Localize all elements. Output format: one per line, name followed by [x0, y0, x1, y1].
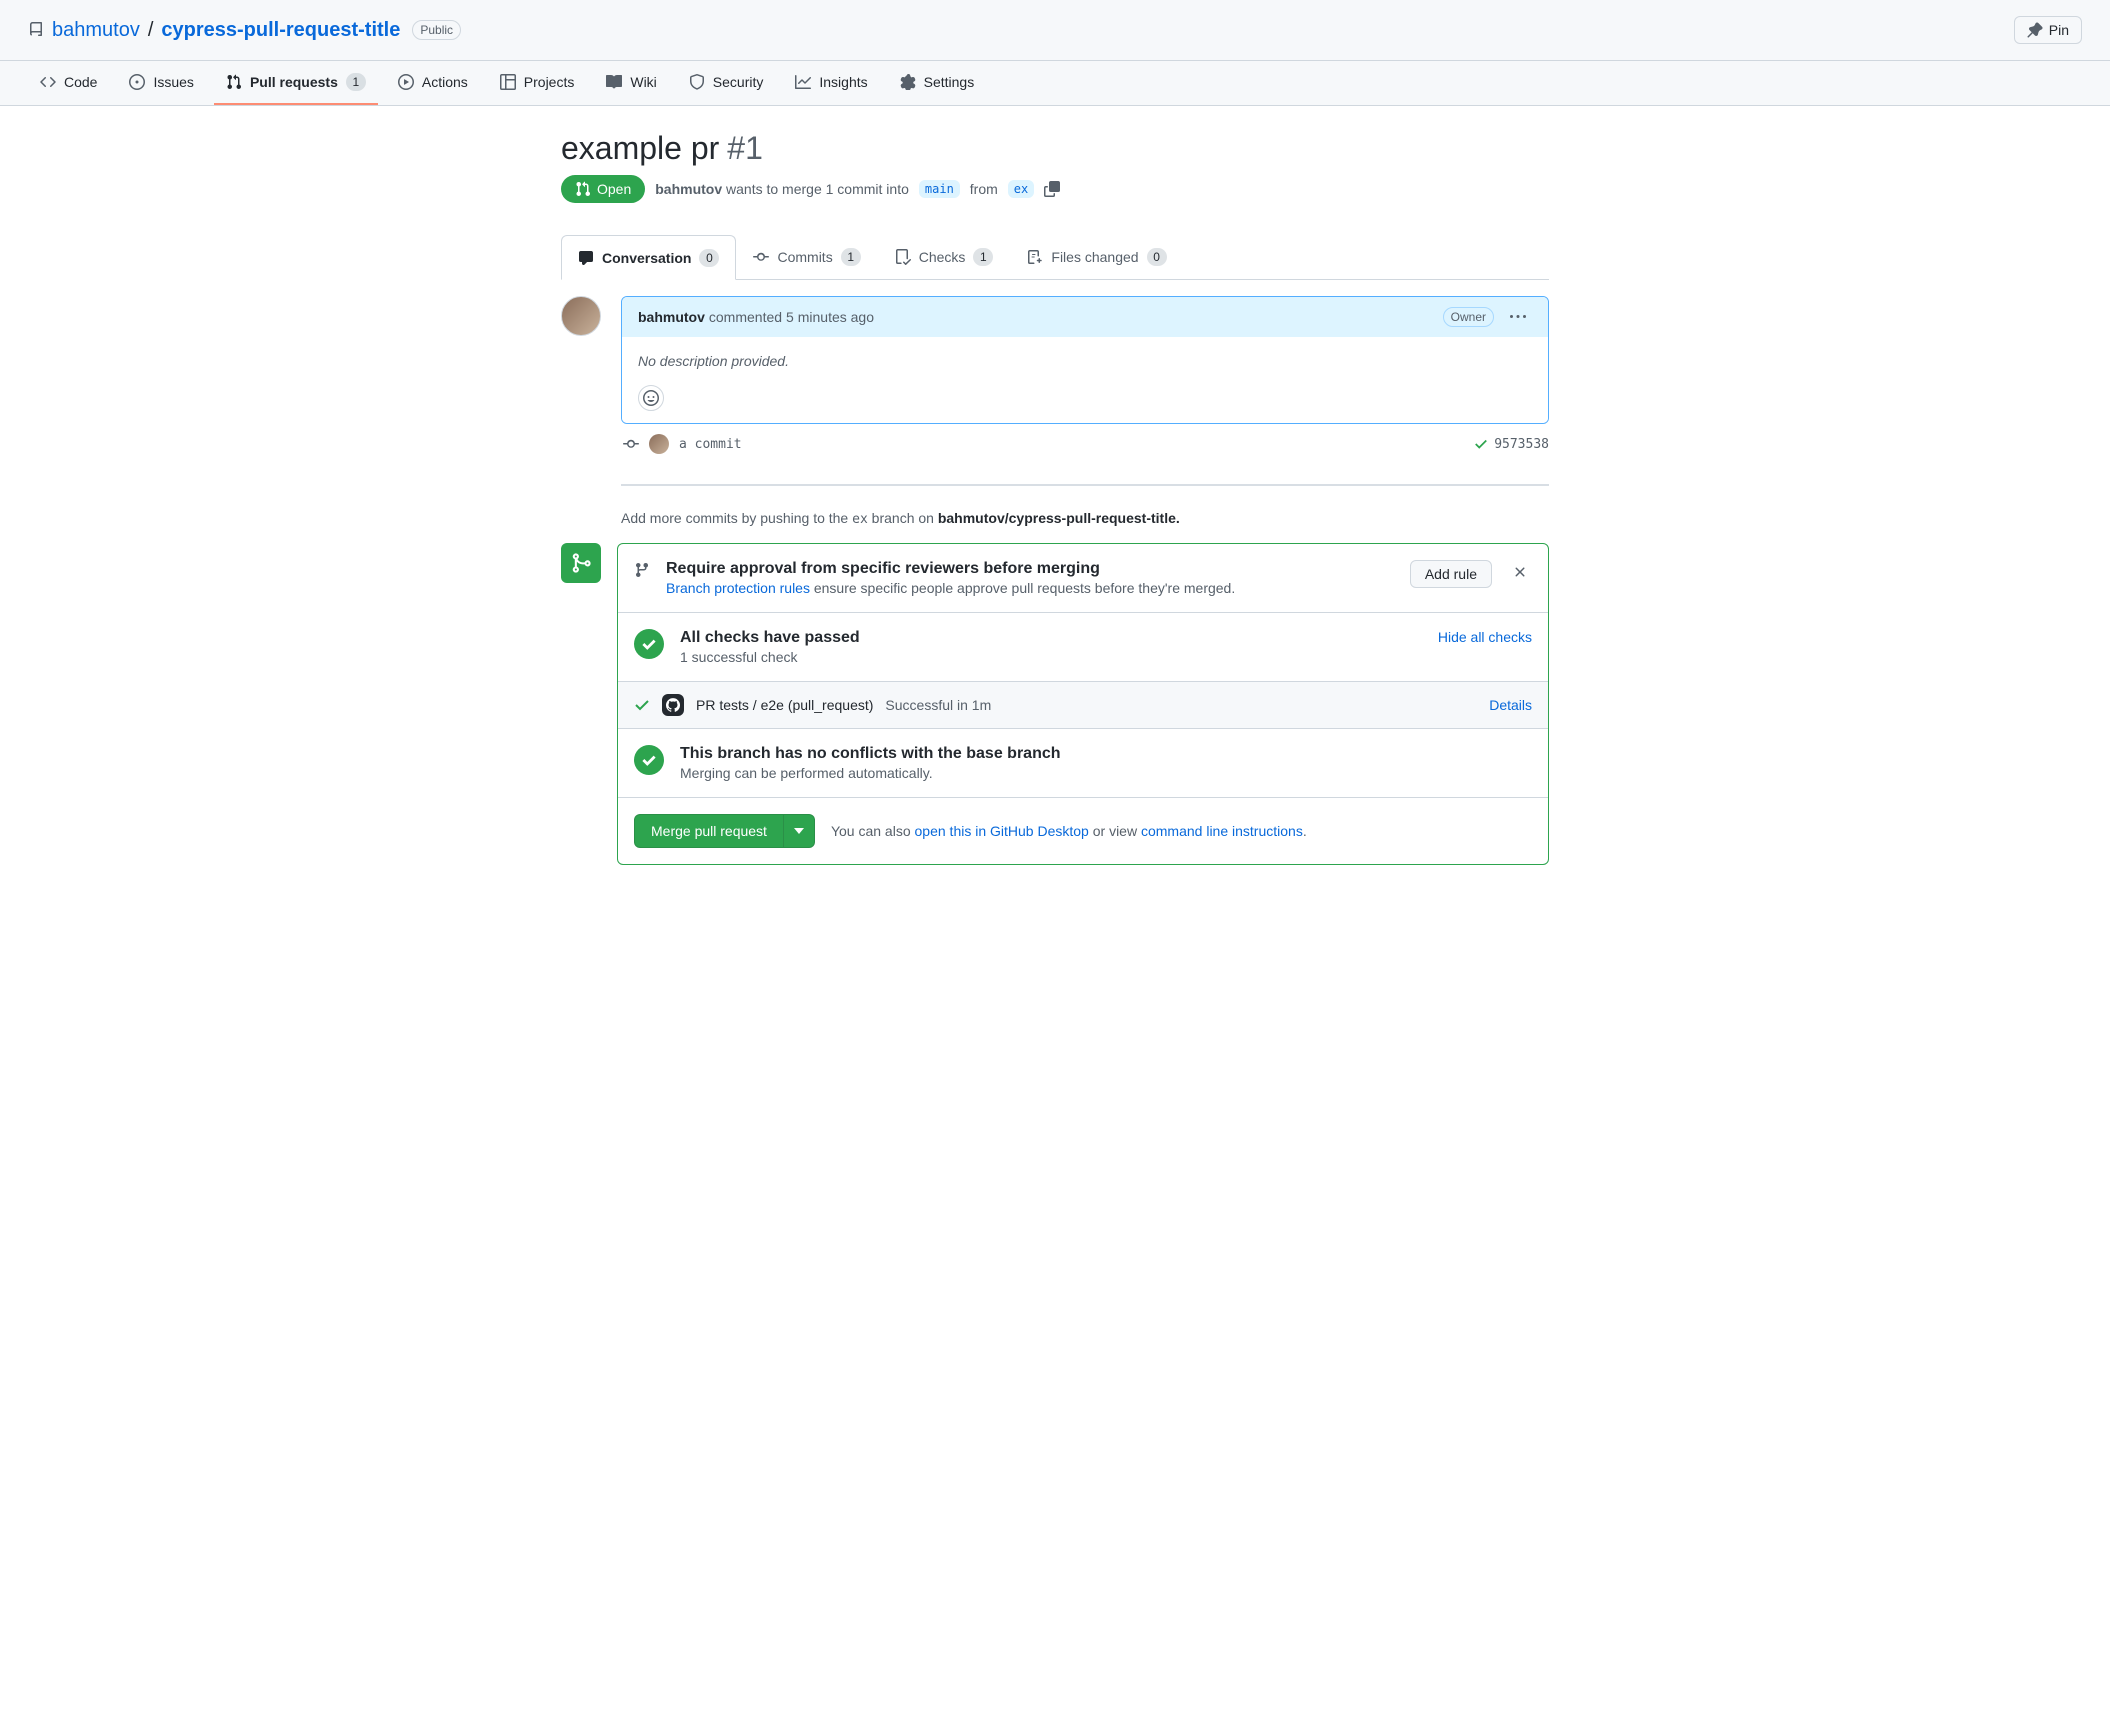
opening-comment: bahmutov commented 5 minutes ago Owner N… — [621, 296, 1549, 424]
visibility-badge: Public — [412, 20, 461, 40]
success-status-icon — [634, 629, 664, 659]
pr-title-text: example pr — [561, 130, 719, 167]
actions-icon — [398, 74, 414, 90]
pr-title: example pr #1 — [561, 130, 1549, 167]
owner-link[interactable]: bahmutov — [52, 19, 140, 42]
nav-issues[interactable]: Issues — [117, 62, 205, 104]
add-reaction-button[interactable] — [638, 385, 664, 411]
merge-footer: Merge pull request You can also open thi… — [618, 798, 1548, 864]
pr-number: #1 — [727, 130, 763, 167]
merge-pull-request-button[interactable]: Merge pull request — [634, 814, 784, 848]
comment-time[interactable]: 5 minutes ago — [786, 309, 874, 325]
nav-insights[interactable]: Insights — [783, 62, 879, 104]
pull-request-icon — [575, 181, 591, 197]
comment-body: No description provided. — [622, 337, 1548, 385]
pin-button[interactable]: Pin — [2014, 16, 2082, 44]
protection-title: Require approval from specific reviewers… — [666, 560, 1394, 578]
tab-files[interactable]: Files changed 0 — [1010, 235, 1183, 279]
check-item: PR tests / e2e (pull_request) Successful… — [618, 682, 1548, 729]
repo-link[interactable]: cypress-pull-request-title — [161, 19, 400, 42]
branch-protection-link[interactable]: Branch protection rules — [666, 580, 810, 596]
conflict-title: This branch has no conflicts with the ba… — [680, 745, 1061, 763]
author-avatar[interactable] — [561, 296, 601, 336]
code-icon — [40, 74, 56, 90]
merge-icon — [561, 543, 601, 583]
nav-security[interactable]: Security — [677, 62, 776, 104]
hide-checks-link[interactable]: Hide all checks — [1438, 629, 1532, 645]
checklist-icon — [895, 249, 911, 265]
branch-icon — [634, 562, 650, 578]
copy-icon[interactable] — [1044, 181, 1060, 197]
commit-author-avatar[interactable] — [649, 434, 669, 454]
pin-label: Pin — [2049, 22, 2069, 38]
check-icon[interactable] — [1474, 437, 1488, 451]
commit-timeline-item: a commit 9573538 — [621, 424, 1549, 464]
dismiss-protection-prompt[interactable] — [1508, 560, 1532, 584]
comment-author[interactable]: bahmutov — [638, 309, 705, 325]
pin-icon — [2027, 22, 2043, 38]
tab-checks[interactable]: Checks 1 — [878, 235, 1011, 279]
nav-code[interactable]: Code — [28, 62, 109, 104]
merge-alt-text: You can also open this in GitHub Desktop… — [831, 823, 1307, 839]
add-rule-button[interactable]: Add rule — [1410, 560, 1492, 588]
push-instructions: Add more commits by pushing to the ex br… — [621, 506, 1549, 543]
success-status-icon — [634, 745, 664, 775]
repo-nav: Code Issues Pull requests 1 Actions Proj… — [0, 61, 2110, 106]
checks-title: All checks have passed — [680, 629, 1422, 647]
tab-conversation[interactable]: Conversation 0 — [561, 235, 736, 280]
open-in-desktop-link[interactable]: open this in GitHub Desktop — [915, 823, 1089, 839]
nav-settings[interactable]: Settings — [888, 62, 987, 104]
wiki-icon — [606, 74, 622, 90]
pr-meta: Open bahmutov wants to merge 1 commit in… — [561, 175, 1549, 219]
pulls-count: 1 — [346, 73, 366, 91]
check-icon — [634, 697, 650, 713]
merge-box: Require approval from specific reviewers… — [617, 543, 1549, 865]
state-badge: Open — [561, 175, 645, 203]
merge-method-dropdown[interactable] — [784, 814, 815, 848]
check-status: Successful in 1m — [885, 697, 991, 713]
checks-summary: All checks have passed 1 successful chec… — [618, 613, 1548, 682]
pull-request-icon — [226, 74, 242, 90]
gear-icon — [900, 74, 916, 90]
project-icon — [500, 74, 516, 90]
conflict-summary: This branch has no conflicts with the ba… — [618, 729, 1548, 798]
comment-menu[interactable] — [1504, 309, 1532, 325]
tab-commits[interactable]: Commits 1 — [736, 235, 877, 279]
nav-pull-requests[interactable]: Pull requests 1 — [214, 61, 378, 105]
repo-icon — [28, 22, 44, 38]
nav-wiki[interactable]: Wiki — [594, 62, 668, 104]
shield-icon — [689, 74, 705, 90]
check-details-link[interactable]: Details — [1489, 697, 1532, 713]
commit-message[interactable]: a commit — [679, 437, 742, 452]
owner-badge: Owner — [1443, 307, 1494, 327]
cli-instructions-link[interactable]: command line instructions — [1141, 823, 1303, 839]
head-branch[interactable]: ex — [1008, 180, 1034, 198]
nav-projects[interactable]: Projects — [488, 62, 587, 104]
diff-icon — [1027, 249, 1043, 265]
path-separator: / — [148, 19, 154, 42]
base-branch[interactable]: main — [919, 180, 960, 198]
commit-icon — [623, 436, 639, 452]
commit-icon — [753, 249, 769, 265]
branch-protection-prompt: Require approval from specific reviewers… — [618, 544, 1548, 613]
repo-path: bahmutov / cypress-pull-request-title Pu… — [28, 19, 461, 42]
section-divider — [621, 484, 1549, 486]
github-actions-icon — [662, 694, 684, 716]
nav-actions[interactable]: Actions — [386, 62, 480, 104]
repo-header: bahmutov / cypress-pull-request-title Pu… — [0, 0, 2110, 61]
comment-icon — [578, 250, 594, 266]
pr-author[interactable]: bahmutov — [655, 181, 722, 197]
pr-tabnav: Conversation 0 Commits 1 Checks 1 Files … — [561, 235, 1549, 280]
commit-sha[interactable]: 9573538 — [1494, 437, 1549, 452]
issue-icon — [129, 74, 145, 90]
graph-icon — [795, 74, 811, 90]
check-name[interactable]: PR tests / e2e (pull_request) — [696, 697, 873, 713]
